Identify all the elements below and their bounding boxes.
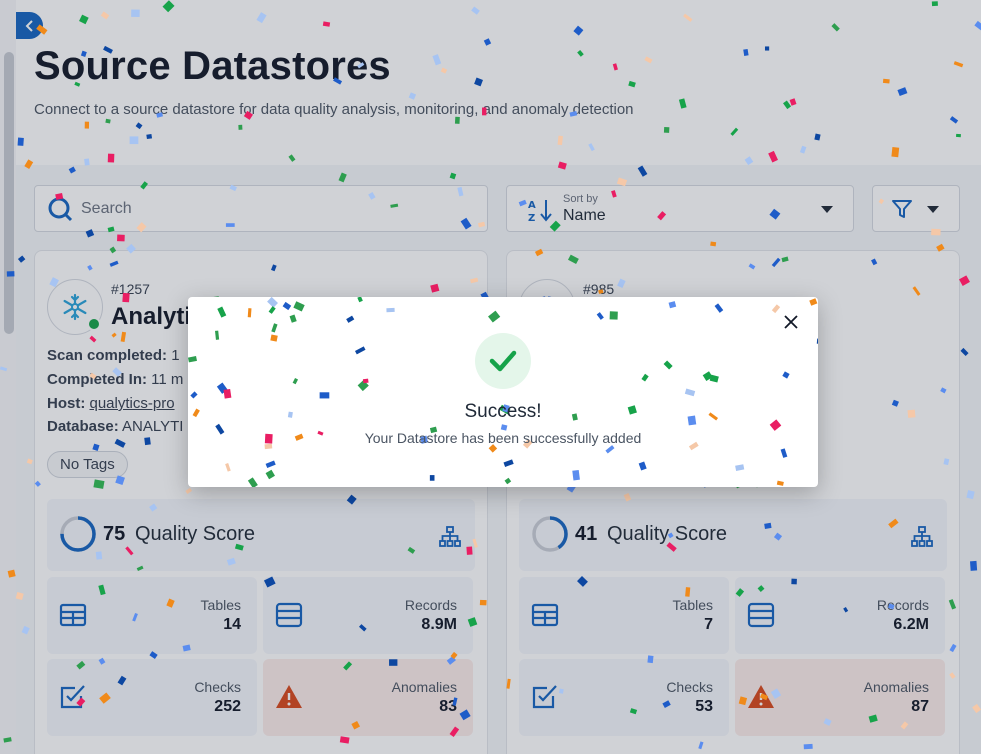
confetti-piece <box>357 297 363 303</box>
confetti-piece <box>354 346 366 355</box>
confetti-piece <box>265 469 275 480</box>
confetti-piece <box>289 314 297 323</box>
confetti-piece <box>503 459 514 467</box>
success-badge <box>475 333 531 389</box>
confetti-piece <box>271 323 278 333</box>
confetti-piece <box>223 388 232 399</box>
dialog-message: Your Datastore has been successfully add… <box>364 430 642 446</box>
confetti-piece <box>605 445 615 454</box>
confetti-piece <box>292 378 299 385</box>
confetti-piece <box>267 297 278 308</box>
confetti-piece <box>504 477 512 485</box>
confetti-piece <box>282 301 292 311</box>
confetti-piece <box>780 448 788 458</box>
confetti-piece <box>268 306 276 314</box>
confetti-piece <box>816 338 818 345</box>
confetti-piece <box>663 360 673 370</box>
confetti-piece <box>488 310 501 323</box>
confetti-piece <box>265 460 276 469</box>
confetti-piece <box>247 308 252 318</box>
confetti-piece <box>735 464 745 471</box>
confetti-piece <box>225 463 231 472</box>
confetti-piece <box>216 382 228 394</box>
confetti-piece <box>215 330 220 340</box>
close-icon[interactable] <box>782 313 800 331</box>
confetti-piece <box>709 374 719 383</box>
confetti-piece <box>293 301 305 312</box>
confetti-piece <box>668 301 677 309</box>
confetti-piece <box>386 307 395 313</box>
confetti-piece <box>714 303 724 313</box>
confetti-piece <box>319 392 330 399</box>
confetti-piece <box>247 477 258 487</box>
confetti-piece <box>429 475 435 481</box>
confetti-piece <box>641 373 649 382</box>
confetti-piece <box>346 315 355 323</box>
confetti-layer <box>188 297 818 487</box>
confetti-piece <box>190 391 198 399</box>
dialog-title: Success! <box>464 401 542 422</box>
confetti-piece <box>771 304 781 314</box>
confetti-piece <box>609 311 618 320</box>
confetti-piece <box>217 306 227 318</box>
confetti-piece <box>270 334 278 342</box>
confetti-piece <box>596 312 604 320</box>
confetti-piece <box>776 480 784 486</box>
confetti-piece <box>188 356 197 363</box>
confetti-piece <box>572 469 580 481</box>
confetti-piece <box>357 379 369 392</box>
checkmark-icon <box>489 350 517 372</box>
confetti-piece <box>782 371 790 379</box>
confetti-piece <box>684 388 696 397</box>
confetti-piece <box>638 461 647 471</box>
confetti-piece <box>809 298 818 306</box>
confetti-piece <box>362 378 369 384</box>
confetti-piece <box>702 371 713 382</box>
success-dialog: Success! Your Datastore has been success… <box>188 297 818 487</box>
